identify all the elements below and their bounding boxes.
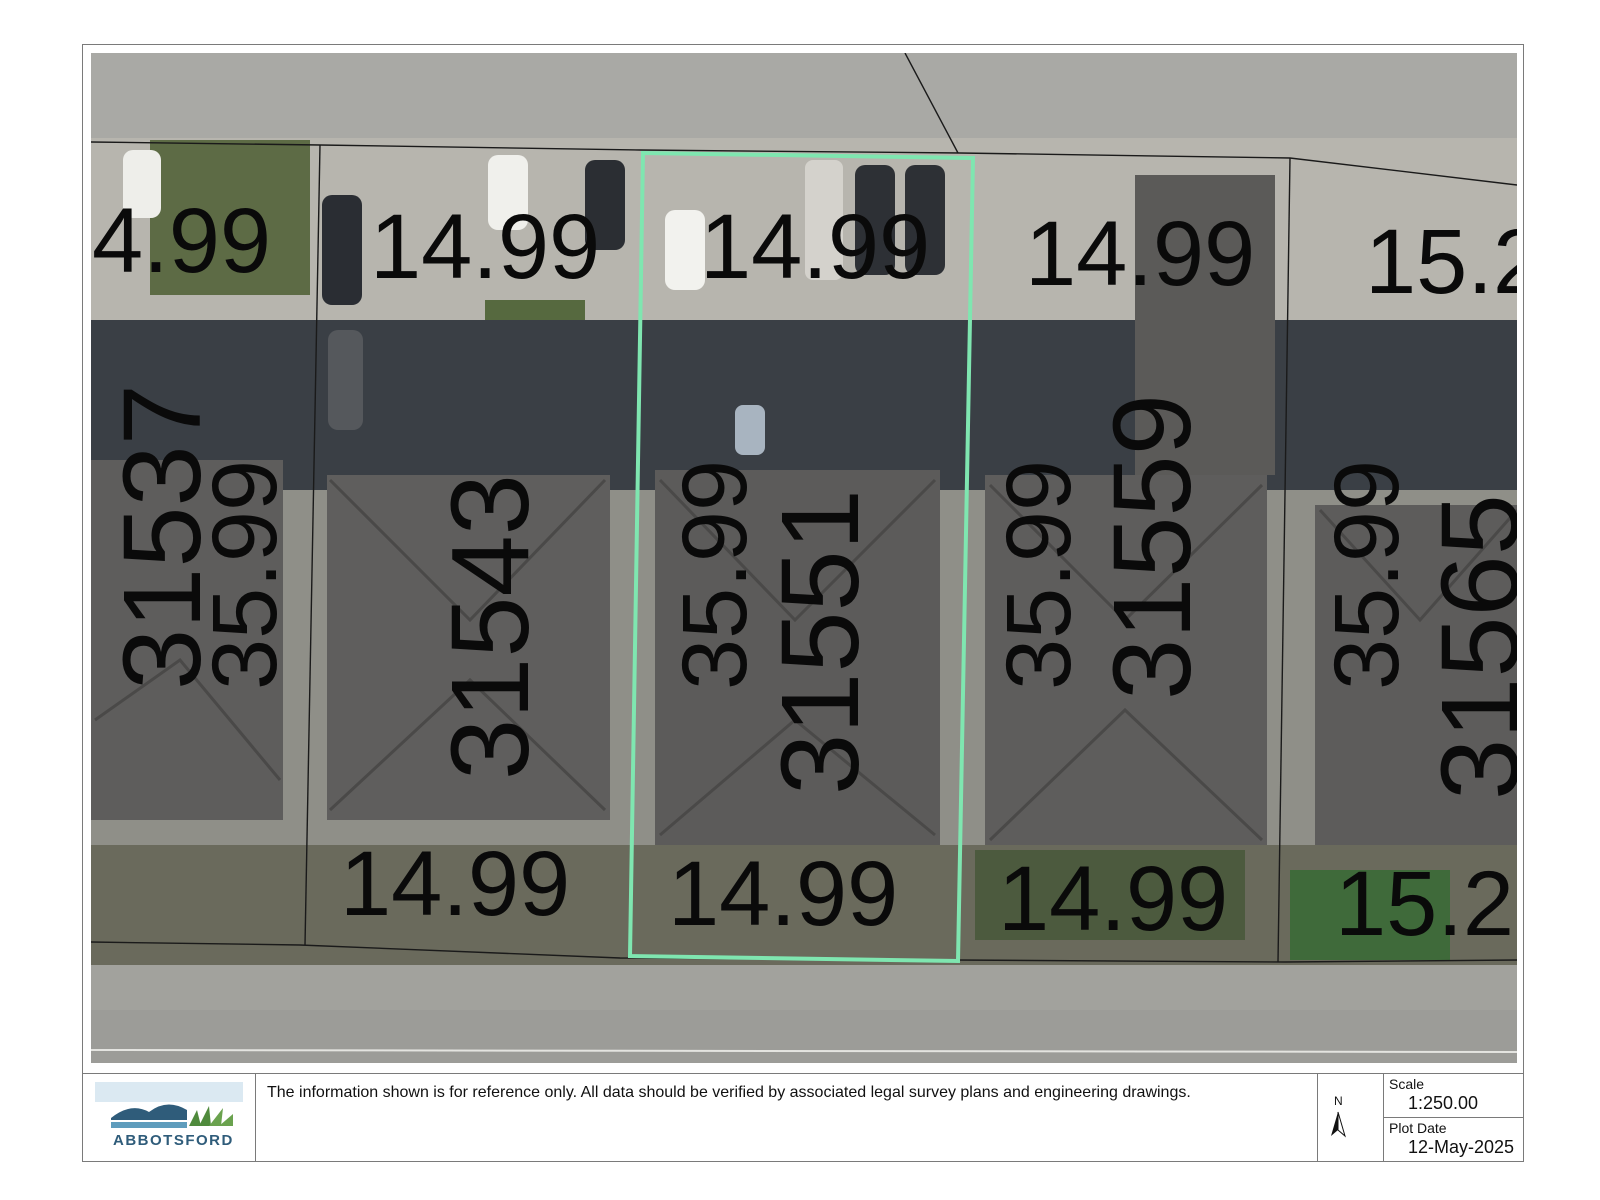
top-street — [91, 53, 1517, 138]
lot-width-label: 14.99 — [668, 843, 898, 945]
lot-width-label: 14.99 — [1025, 203, 1255, 305]
address-label: 31559 — [1091, 394, 1214, 700]
aerial-map[interactable]: 4.99 14.99 14.99 14.99 15.2 14.99 14.99 … — [91, 53, 1517, 1063]
north-arrow-cell: N — [1318, 1074, 1384, 1161]
scale-label: Scale — [1389, 1076, 1425, 1092]
address-label: 31565 — [1419, 494, 1517, 800]
address-label: 31537 — [101, 384, 224, 690]
shadow-area — [91, 320, 1517, 490]
map-canvas: 4.99 14.99 14.99 14.99 15.2 14.99 14.99 … — [91, 53, 1517, 1063]
abbotsford-logo — [95, 1082, 243, 1128]
disclaimer-cell: The information shown is for reference o… — [256, 1074, 1318, 1161]
logo-text: ABBOTSFORD — [113, 1132, 234, 1149]
lot-width-label: 15.2 — [1365, 211, 1517, 313]
plot-date-label: Plot Date — [1389, 1120, 1447, 1136]
address-label: 31551 — [759, 489, 882, 795]
lot-width-label: 14.99 — [998, 848, 1228, 950]
scale-row: Scale 1:250.00 — [1384, 1074, 1523, 1118]
disclaimer-text: The information shown is for reference o… — [267, 1084, 1191, 1101]
bottom-sidewalk — [91, 965, 1517, 1010]
logo-cell: ABBOTSFORD — [83, 1074, 256, 1161]
lot-width-label: 14.99 — [340, 833, 570, 935]
address-label: 31543 — [429, 474, 552, 780]
bottom-street — [91, 1010, 1517, 1063]
map-footer: ABBOTSFORD The information shown is for … — [82, 1073, 1524, 1162]
lot-depth-label: 35.99 — [1316, 460, 1418, 690]
north-arrow-icon — [1331, 1111, 1346, 1138]
lot-width-label: 14.99 — [700, 196, 930, 298]
map-info-cell: Scale 1:250.00 Plot Date 12-May-2025 — [1384, 1074, 1523, 1161]
lot-width-label: 15.2 — [1335, 853, 1514, 955]
plot-date-row: Plot Date 12-May-2025 — [1384, 1118, 1523, 1162]
lot-depth-label: 35.99 — [988, 460, 1090, 690]
lot-width-label: 4.99 — [92, 190, 271, 292]
scale-value: 1:250.00 — [1408, 1093, 1479, 1113]
lot-depth-label: 35.99 — [664, 460, 766, 690]
lot-width-label: 14.99 — [370, 196, 600, 298]
plot-date-value: 12-May-2025 — [1408, 1137, 1515, 1157]
